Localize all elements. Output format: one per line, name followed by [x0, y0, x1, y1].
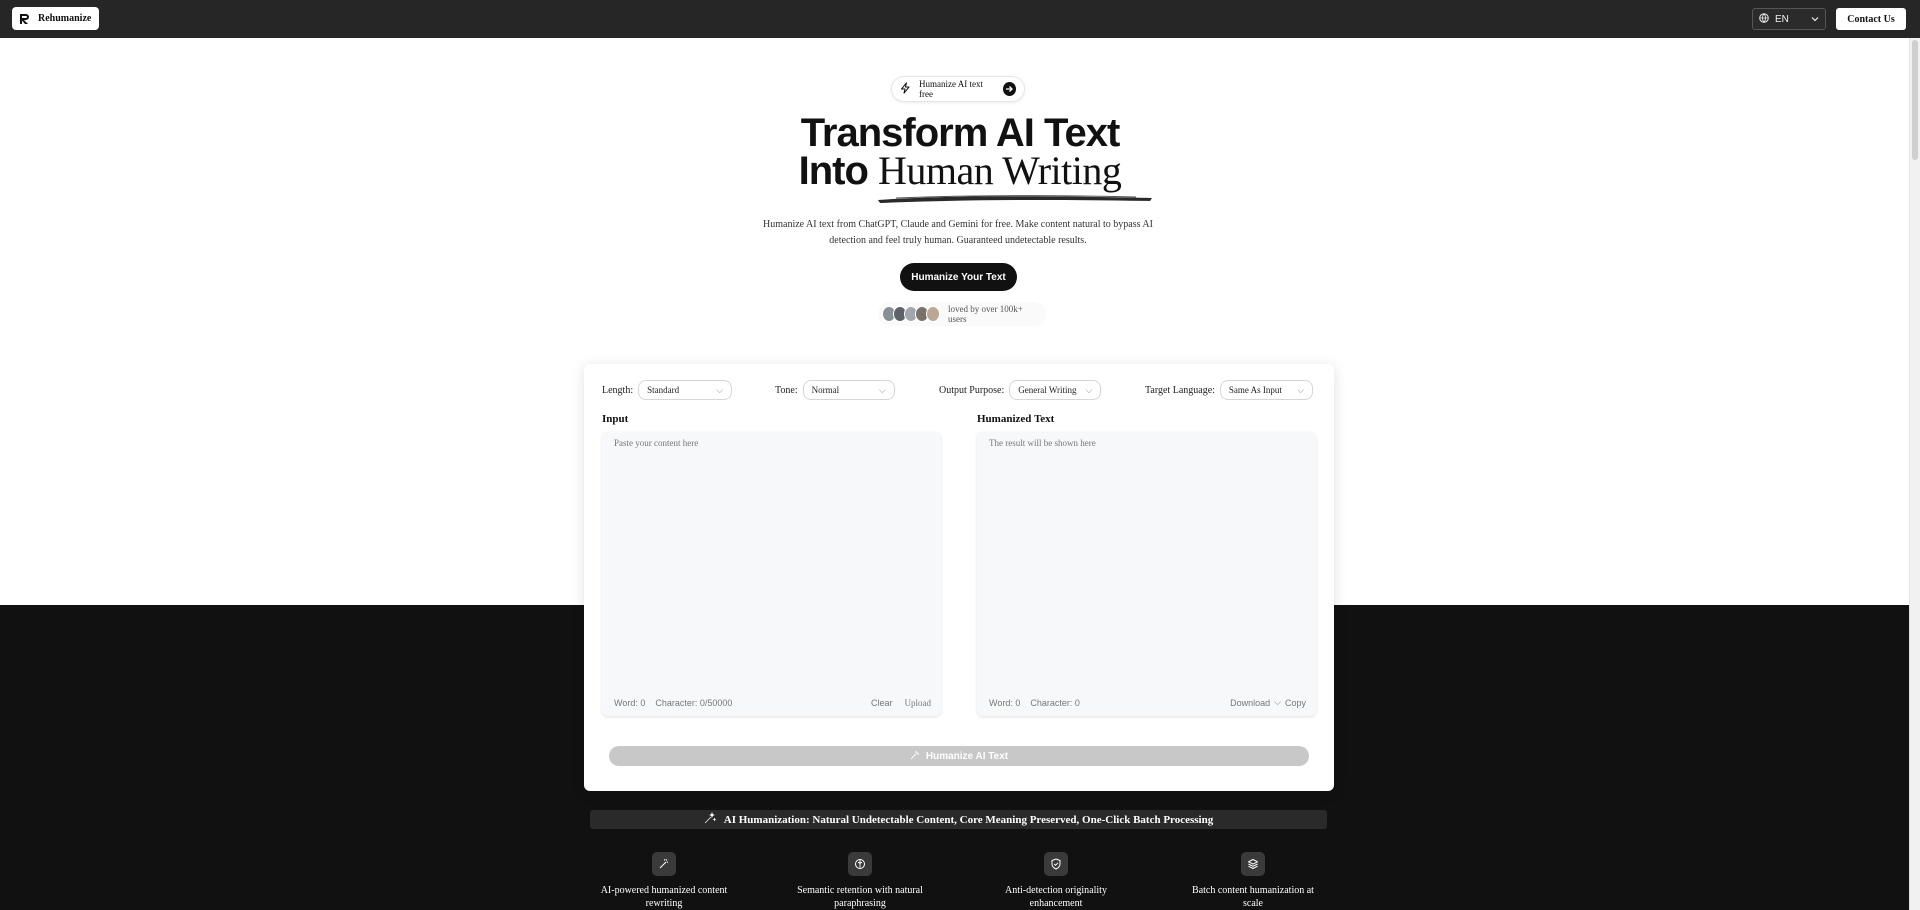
wand-icon: [652, 852, 676, 876]
tone-value: Normal: [811, 385, 840, 395]
brand-name: Rehumanize: [38, 13, 92, 24]
features-banner: AI Humanization: Natural Undetectable Co…: [590, 810, 1327, 829]
feature-label: Batch content humanization at scale: [1192, 885, 1314, 909]
humanize-free-pill[interactable]: Humanize AI text free: [891, 76, 1025, 102]
output-purpose-select[interactable]: General Writing ⌵: [1009, 380, 1102, 400]
social-proof-text: loved by over 100k+ users: [948, 304, 1023, 324]
chevron-down-icon: [1811, 14, 1819, 25]
page-scrollbar[interactable]: [1909, 38, 1920, 910]
clear-button[interactable]: Clear: [871, 698, 893, 708]
feature-item: Semantic retention with natural paraphra…: [790, 852, 930, 910]
chevron-down-icon: ⌵: [1085, 384, 1093, 395]
features-banner-text: AI Humanization: Natural Undetectable Co…: [723, 813, 1214, 826]
tone-option: Tone: Normal ⌵: [775, 380, 895, 400]
output-textarea[interactable]: The result will be shown here Word: 0 Ch…: [977, 432, 1316, 716]
chevron-down-icon: ⌵: [878, 384, 886, 395]
output-purpose-option: Output Purpose: General Writing ⌵: [939, 380, 1102, 400]
lightning-icon: [900, 82, 911, 96]
length-option: Length: Standard ⌵: [602, 380, 733, 400]
length-label: Length:: [602, 384, 634, 396]
page-title: Transform AI Text Into Human Writing: [760, 113, 1160, 193]
download-button[interactable]: Download: [1230, 698, 1270, 708]
globe-icon: [1759, 12, 1769, 26]
humanizer-tool-card: Length: Standard ⌵ Tone: Normal ⌵ Output…: [584, 364, 1334, 791]
input-actions: Clear Upload: [871, 698, 931, 708]
humanize-ai-text-label: Humanize AI Text: [925, 750, 1009, 762]
feature-item: Anti-detection originality enhancement: [986, 852, 1126, 910]
chevron-down-icon[interactable]: ⌵: [1274, 697, 1281, 708]
scrollbar-thumb[interactable]: [1912, 40, 1918, 160]
input-title: Input: [602, 413, 629, 425]
feature-item: AI-powered humanized content rewriting: [594, 852, 734, 910]
input-textarea[interactable]: Paste your content here Word: 0 Characte…: [602, 432, 941, 716]
input-word-count: Word: 0: [614, 698, 646, 708]
input-footer: Word: 0 Character: 0/50000 Clear Upload: [614, 698, 931, 708]
humanize-ai-text-button[interactable]: Humanize AI Text: [609, 746, 1309, 766]
upload-button[interactable]: Upload: [905, 698, 932, 708]
input-placeholder: Paste your content here: [614, 438, 699, 448]
tone-select[interactable]: Normal ⌵: [802, 380, 895, 400]
feature-item: Batch content humanization at scale: [1183, 852, 1323, 910]
output-word-count: Word: 0: [989, 697, 1021, 708]
avatar: [926, 306, 940, 322]
chevron-down-icon: ⌵: [716, 384, 724, 395]
layers-icon: [1241, 852, 1265, 876]
output-actions: Download ⌵ Copy: [1230, 697, 1306, 708]
sparkles-icon: [704, 812, 717, 827]
target-language-option: Target Language: Same As Input ⌵: [1145, 380, 1313, 400]
shield-icon: [1044, 852, 1068, 876]
hero-subtitle: Humanize AI text from ChatGPT, Claude an…: [763, 219, 1153, 246]
feature-label: Anti-detection originality enhancement: [1005, 885, 1107, 909]
tone-label: Tone:: [775, 384, 798, 396]
brush-underline-decoration: [878, 195, 1152, 203]
target-language-select[interactable]: Same As Input ⌵: [1219, 380, 1313, 400]
output-footer: Word: 0 Character: 0 Download ⌵ Copy: [989, 697, 1306, 708]
length-select[interactable]: Standard ⌵: [638, 380, 733, 400]
pill-label: Humanize AI text free: [919, 79, 983, 99]
feature-label: AI-powered humanized content rewriting: [600, 885, 728, 909]
title-into: Into: [798, 149, 869, 193]
brain-icon: [848, 852, 872, 876]
language-label: EN: [1775, 13, 1789, 25]
output-character-count: Character: 0: [1030, 697, 1080, 708]
target-language-label: Target Language:: [1145, 384, 1215, 396]
language-selector[interactable]: EN: [1752, 8, 1826, 30]
output-title: Humanized Text: [977, 413, 1055, 425]
social-proof-badge: loved by over 100k+ users: [878, 302, 1046, 326]
contact-us-button[interactable]: Contact Us: [1836, 8, 1906, 30]
input-character-count: Character: 0/50000: [655, 698, 733, 708]
title-line-2: Into Human Writing: [760, 149, 1160, 193]
output-placeholder: The result will be shown here: [989, 438, 1096, 448]
length-value: Standard: [647, 385, 680, 395]
humanize-your-text-button[interactable]: Humanize Your Text: [900, 263, 1017, 291]
feature-label: Semantic retention with natural paraphra…: [797, 885, 923, 909]
wand-icon: [910, 750, 920, 763]
target-language-value: Same As Input: [1228, 385, 1282, 395]
user-avatars: [882, 306, 940, 322]
title-human-writing: Human Writing: [878, 148, 1122, 193]
brand-logo-button[interactable]: Rehumanize: [12, 7, 100, 30]
chevron-down-icon: ⌵: [1297, 384, 1304, 395]
output-purpose-label: Output Purpose:: [939, 384, 1005, 396]
copy-button[interactable]: Copy: [1285, 698, 1306, 708]
arrow-right-icon: [1002, 82, 1016, 96]
rehumanize-logo-icon: [18, 12, 32, 26]
top-navigation-bar: Rehumanize EN Contact Us: [0, 0, 1920, 38]
output-purpose-value: General Writing: [1018, 385, 1077, 395]
